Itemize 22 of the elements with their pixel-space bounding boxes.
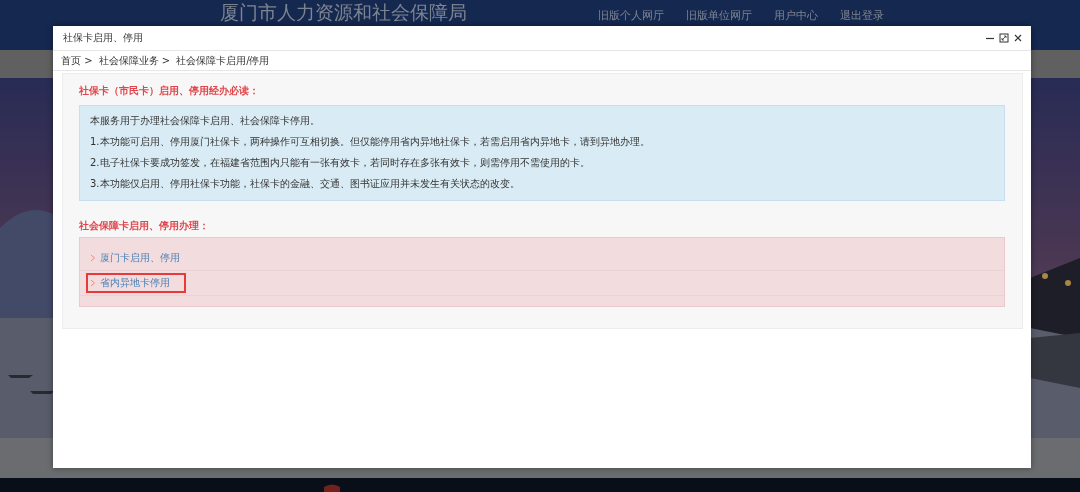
chevron-right-icon (90, 254, 96, 262)
dialog-title: 社保卡启用、停用 (63, 31, 144, 45)
section-heading: 社保卡（市民卡）启用、停用经办必读： (79, 84, 260, 98)
nav-link[interactable]: 旧版单位网厅 (686, 9, 752, 23)
nav-link[interactable]: 退出登录 (840, 9, 884, 23)
breadcrumb-item: 社会保障卡启用/停用 (176, 53, 270, 68)
notice-text: 3.本功能仅启用、停用社保卡功能，社保卡的金融、交通、图书证应用并未发生有关状态的改变。 (90, 177, 521, 190)
chevron-right-icon (90, 279, 96, 287)
emblem-icon (322, 484, 342, 492)
section-heading: 社会保障卡启用、停用办理： (79, 219, 210, 233)
breadcrumb-item[interactable]: 社会保障业务 > (98, 53, 171, 68)
nav-link[interactable]: 旧版个人网厅 (598, 9, 664, 23)
notice-text: 2.电子社保卡要成功签发，在福建省范围内只能有一张有效卡，若同时存在多张有效卡，则需停用不需使用的卡。 (90, 156, 591, 169)
notice-text: 1.本功能可启用、停用厦门社保卡，两种操作可互相切换。但仅能停用省内异地社保卡，若需启用省内异地卡，请到异地办理。 (90, 135, 651, 148)
site-title: 厦门市人力资源和社会保障局 (220, 1, 467, 24)
service-link[interactable]: 厦门卡启用、停用 (86, 248, 196, 268)
breadcrumb-item[interactable]: 首页 > (61, 53, 93, 68)
nav-link[interactable]: 用户中心 (774, 9, 818, 23)
close-button[interactable] (1013, 33, 1023, 43)
service-link[interactable]: 省内异地卡停用 (86, 273, 186, 293)
notice-text: 本服务用于办理社会保障卡启用、社会保障卡停用。 (90, 114, 321, 127)
maximize-button[interactable] (999, 33, 1009, 43)
